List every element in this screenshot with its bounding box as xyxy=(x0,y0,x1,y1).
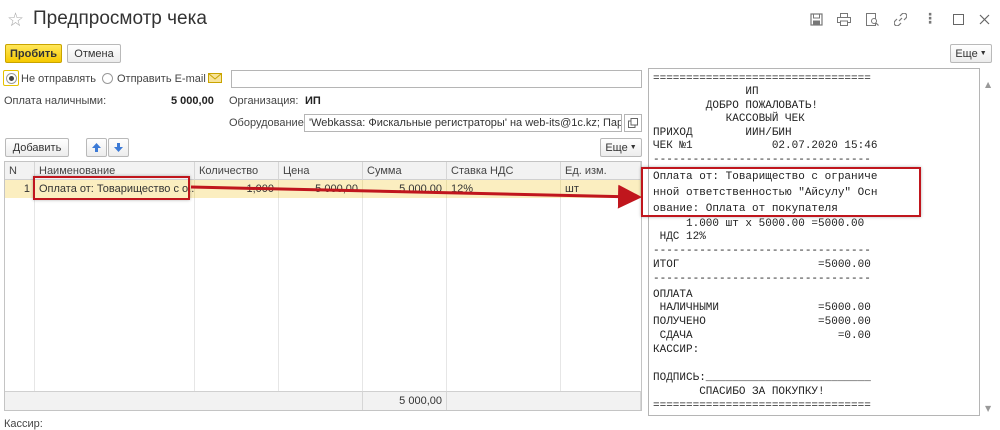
annotation-arrow xyxy=(190,184,642,209)
